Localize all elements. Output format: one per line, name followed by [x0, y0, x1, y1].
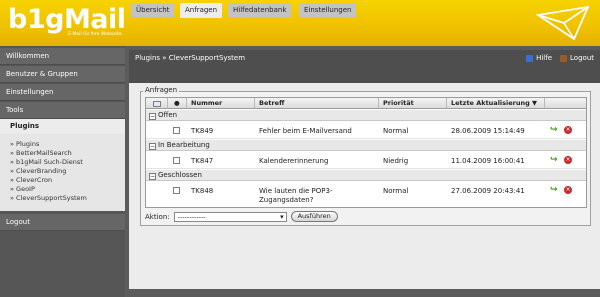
help-link[interactable]: Hilfe: [526, 50, 552, 66]
row-checkbox[interactable]: [173, 187, 180, 194]
sidebar-item-benutzer[interactable]: Benutzer & Gruppen: [0, 66, 125, 83]
green-arrow-icon[interactable]: ↪: [550, 185, 558, 195]
ticket-priority: Normal: [383, 127, 409, 135]
fieldset-legend: Anfragen: [143, 86, 180, 94]
ticket-subject: Fehler beim E-Mailversand: [259, 127, 352, 135]
ticket-updated: 28.06.2009 15:14:49: [451, 127, 525, 135]
action-label: Aktion:: [145, 212, 170, 221]
status-header[interactable]: ●: [168, 98, 187, 109]
ticket-updated: 11.04.2009 16:00:41: [451, 157, 525, 165]
footer-bar: [129, 289, 600, 297]
tab-hilfedatenbank[interactable]: Hilfedatenbank: [228, 3, 292, 17]
ticket-subject: Kalendererinnerung: [259, 157, 329, 165]
plugin-link[interactable]: » CleverBranding: [10, 167, 66, 176]
red-delete-icon[interactable]: ×: [564, 186, 572, 194]
table-row[interactable]: TK848 Wie lauten die POP3- Zugangsdaten?…: [146, 182, 586, 207]
logout-link[interactable]: Logout: [560, 50, 594, 66]
execute-button[interactable]: Ausführen: [290, 211, 338, 222]
logo: b1gMail: [8, 4, 126, 35]
plugin-link[interactable]: » CleverCron: [10, 176, 52, 185]
ticket-updated: 27.06.2009 20:43:41: [451, 187, 525, 195]
ticket-subject-line2: Zugangsdaten?: [259, 196, 314, 204]
breadcrumb: Plugins » CleverSupportSystem Hilfe Logo…: [129, 50, 600, 66]
requests-table: ● Nummer Betreff Priorität Letzte Aktual…: [145, 97, 587, 208]
bulk-action-row: Aktion: ------------ Ausführen: [145, 211, 338, 222]
tab-uebersicht[interactable]: Übersicht: [131, 3, 175, 17]
select-all-header[interactable]: [146, 98, 168, 109]
group-offen[interactable]: − Offen: [146, 110, 586, 121]
priority-header[interactable]: Priorität: [379, 98, 447, 109]
ticket-number: TK847: [191, 157, 214, 165]
actions-header: [545, 98, 586, 109]
plugin-link[interactable]: » CleverSupportSystem: [10, 194, 87, 203]
breadcrumb-text: Plugins » CleverSupportSystem: [135, 54, 246, 62]
help-icon: [526, 54, 534, 62]
plugin-link[interactable]: » GeoIP: [10, 185, 35, 194]
ticket-priority: Niedrig: [383, 157, 409, 165]
tab-einstellungen[interactable]: Einstellungen: [299, 3, 357, 17]
plugin-link[interactable]: » BetterMailSearch: [10, 149, 72, 158]
sidebar-item-tools[interactable]: Tools: [0, 102, 125, 119]
logout-icon: [560, 54, 568, 62]
tab-bar: [129, 66, 600, 83]
sidebar-item-willkommen[interactable]: Willkommen: [0, 48, 125, 65]
ticket-number: TK849: [191, 127, 214, 135]
logo-tagline: E-Mail für Ihre Webseite.: [68, 32, 124, 37]
red-delete-icon[interactable]: ×: [564, 126, 572, 134]
ticket-number: TK848: [191, 187, 214, 195]
sidebar-item-einstellungen[interactable]: Einstellungen: [0, 84, 125, 101]
green-arrow-icon[interactable]: ↪: [550, 125, 558, 135]
select-all-icon: [153, 101, 161, 107]
ticket-priority: Normal: [383, 187, 409, 195]
number-header[interactable]: Nummer: [187, 98, 255, 109]
tab-anfragen[interactable]: Anfragen: [180, 3, 223, 18]
sidebar-item-plugins[interactable]: Plugins: [0, 119, 125, 134]
group-in-bearbeitung[interactable]: − In Bearbeitung: [146, 140, 586, 151]
collapse-icon[interactable]: −: [149, 173, 156, 180]
envelope-icon: [535, 5, 590, 41]
collapse-icon[interactable]: −: [149, 113, 156, 120]
group-geschlossen[interactable]: − Geschlossen: [146, 170, 586, 181]
updated-header[interactable]: Letzte Aktualisierung ▼: [447, 98, 545, 109]
plugin-link[interactable]: » Plugins: [10, 140, 39, 149]
green-arrow-icon[interactable]: ↪: [550, 155, 558, 165]
collapse-icon[interactable]: −: [149, 143, 156, 150]
sidebar-item-logout[interactable]: Logout: [0, 214, 125, 231]
table-row[interactable]: TK849 Fehler beim E-Mailversand Normal 2…: [146, 122, 586, 139]
row-checkbox[interactable]: [173, 127, 180, 134]
table-row[interactable]: TK847 Kalendererinnerung Niedrig 11.04.2…: [146, 152, 586, 169]
subject-header[interactable]: Betreff: [255, 98, 379, 109]
row-checkbox[interactable]: [173, 157, 180, 164]
plugin-link[interactable]: » b1gMail Such-Dienst: [10, 158, 83, 167]
red-delete-icon[interactable]: ×: [564, 156, 572, 164]
action-select[interactable]: ------------: [173, 211, 287, 222]
